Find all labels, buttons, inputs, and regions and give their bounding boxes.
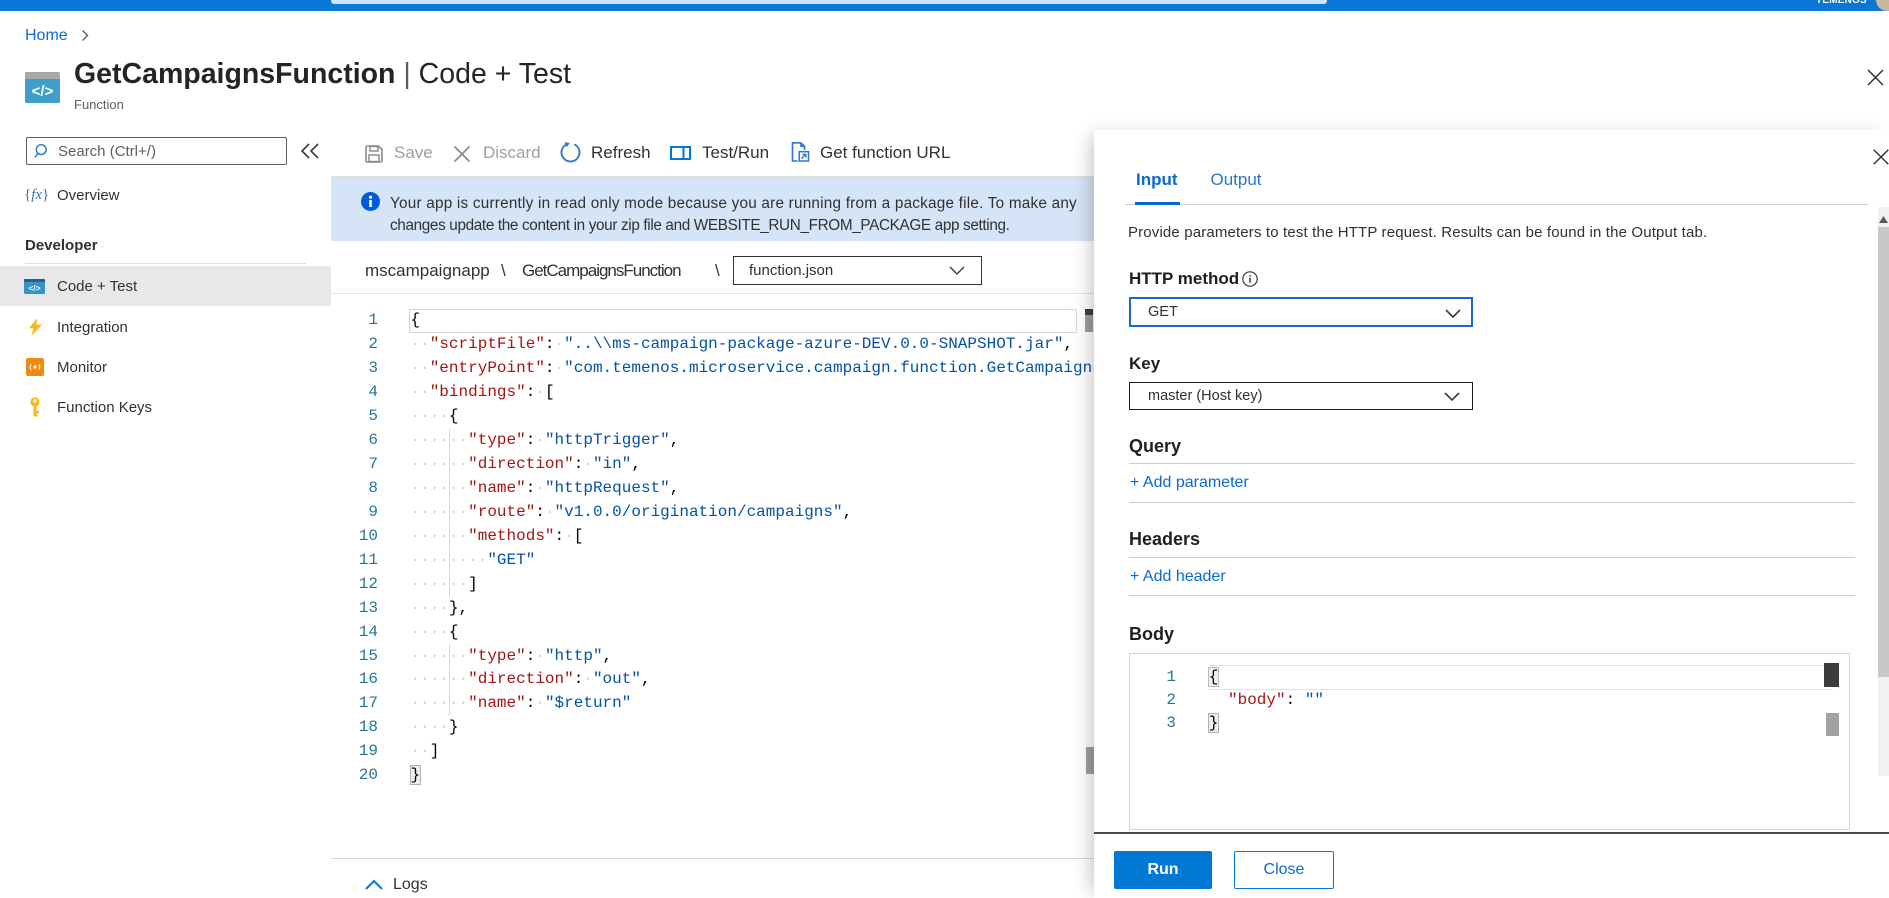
svg-text:</>: </>	[32, 83, 54, 100]
svg-text:</>: </>	[28, 283, 40, 293]
